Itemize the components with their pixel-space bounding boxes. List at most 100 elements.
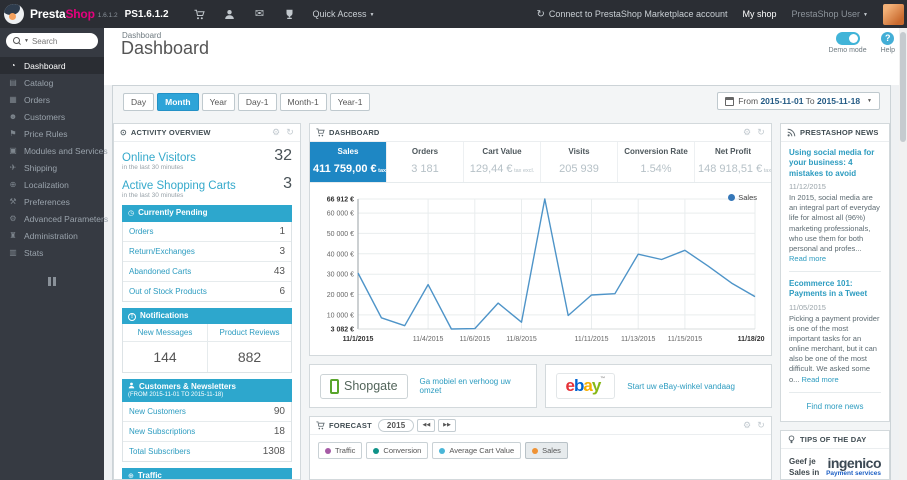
svg-text:11/18/2015: 11/18/2015 [738, 336, 765, 343]
table-row[interactable]: Orders 1 [123, 222, 291, 241]
find-more-news-link[interactable]: Find more news [789, 400, 881, 415]
user-avatar[interactable] [883, 3, 904, 25]
quick-access-menu[interactable]: Quick Access ▼ [313, 9, 375, 19]
sidebar-item-customers[interactable]: ☻ Customers [0, 108, 104, 125]
sidebar-item-stats[interactable]: ▥ Stats [0, 244, 104, 261]
range-button-day-1[interactable]: Day-1 [237, 92, 277, 111]
table-row[interactable]: Return/Exchanges 3 [123, 240, 291, 261]
svg-text:50 000 €: 50 000 € [327, 231, 354, 238]
notification-column-label[interactable]: New Messages [123, 324, 207, 342]
table-row[interactable]: New Customers 90 [123, 402, 291, 421]
prestashop-logo[interactable] [4, 4, 24, 24]
user-menu[interactable]: PrestaShop User ▼ [792, 9, 869, 19]
kpi-label: Net Profit [715, 147, 751, 156]
kpi-value: 129,44 € tax excl. [469, 163, 535, 175]
range-button-month-1[interactable]: Month-1 [279, 92, 327, 111]
trophy-icon[interactable] [275, 0, 305, 28]
previous-year-button[interactable] [417, 419, 436, 432]
kpi-cart-value[interactable]: Cart Value 129,44 € tax excl. [463, 142, 540, 182]
svg-text:60 000 €: 60 000 € [327, 211, 354, 218]
ebay-logo[interactable]: ebay™ [555, 373, 616, 399]
demo-mode-toggle[interactable] [835, 32, 860, 45]
online-visitors-sub: in the last 30 minutes [122, 164, 184, 171]
forecast-legend-average-cart-value[interactable]: Average Cart Value [432, 442, 522, 459]
row-label[interactable]: New Customers [129, 407, 186, 416]
help-icon[interactable]: ? [881, 32, 895, 45]
sidebar-item-dashboard[interactable]: ◔ Dashboard [0, 57, 104, 74]
row-label[interactable]: Return/Exchanges [129, 247, 195, 256]
sidebar-search: ▼ [6, 33, 98, 49]
table-row[interactable]: Out of Stock Products 6 [123, 280, 291, 301]
table-row[interactable]: Abandoned Carts 43 [123, 260, 291, 281]
scrollbar-thumb[interactable] [900, 32, 906, 142]
collapse-menu-icon[interactable] [47, 277, 57, 286]
row-label[interactable]: Total Subscribers [129, 447, 190, 456]
sales-chart: 66 912 € 60 000 € 50 000 € 40 000 € 30 000 €… [310, 183, 773, 355]
read-more-link[interactable]: Read more [802, 375, 839, 384]
news-item-title[interactable]: Ecommerce 101: Payments in a Tweet [789, 279, 881, 300]
row-label[interactable]: Abandoned Carts [129, 267, 191, 276]
refresh-icon[interactable]: ↻ [757, 420, 765, 431]
shopgate-link[interactable]: Ga mobiel en verhoog uw omzet [420, 377, 526, 395]
cart-icon[interactable] [185, 0, 215, 28]
person-icon [128, 382, 135, 389]
dashboard-panel-title: DASHBOARD [329, 128, 380, 137]
search-input[interactable] [31, 36, 91, 46]
kpi-visits[interactable]: Visits 205 939 [540, 142, 617, 182]
range-button-year[interactable]: Year [201, 92, 235, 111]
forecast-legend-traffic[interactable]: Traffic [318, 442, 363, 459]
read-more-link[interactable]: Read more [789, 254, 826, 263]
kpi-net-profit[interactable]: Net Profit 148 918,51 € tax excl. [694, 142, 771, 182]
my-shop-link[interactable]: My shop [742, 9, 776, 19]
next-year-button[interactable] [438, 419, 456, 432]
sidebar-item-orders[interactable]: ▦ Orders [0, 91, 104, 108]
sidebar-item-catalog[interactable]: ▤ Catalog [0, 74, 104, 91]
sidebar-item-administration[interactable]: ♜ Administration [0, 227, 104, 244]
gear-icon[interactable]: ⚙ [743, 127, 751, 138]
customers-newsletters-header: Customers & Newsletters (FROM 2015-11-01… [122, 378, 292, 403]
sidebar-item-shipping[interactable]: ✈ Shipping [0, 159, 104, 176]
employee-icon[interactable] [215, 0, 245, 28]
kpi-conversion-rate[interactable]: Conversion Rate 1.54% [617, 142, 694, 182]
scrollbar[interactable] [899, 28, 907, 480]
kpi-sales[interactable]: Sales 411 759,00 € tax excl. [310, 142, 386, 182]
notification-column-label[interactable]: Product Reviews [207, 323, 291, 342]
sidebar-item-modules-and-services[interactable]: ▣ Modules and Services [0, 142, 107, 159]
shopgate-logo[interactable]: Shopgate [320, 373, 408, 399]
chart-legend[interactable]: Sales [728, 193, 757, 202]
row-label[interactable]: New Subscriptions [129, 427, 195, 436]
marketplace-connect-link[interactable]: ↻ Connect to PrestaShop Marketplace accou… [536, 9, 727, 20]
demo-mode-label: Demo mode [828, 47, 867, 54]
forecast-legend-conversion[interactable]: Conversion [366, 442, 429, 459]
row-label[interactable]: Orders [129, 227, 153, 236]
table-row[interactable]: New Subscriptions 18 [123, 421, 291, 441]
gear-icon[interactable]: ⚙ [743, 420, 751, 431]
table-row[interactable]: Total Subscribers 1308 [123, 441, 291, 461]
kpi-orders[interactable]: Orders 3 181 [386, 142, 463, 182]
refresh-icon[interactable]: ↻ [757, 127, 765, 138]
active-carts-link[interactable]: Active Shopping Carts [122, 180, 236, 192]
sidebar-item-price-rules[interactable]: ⚑ Price Rules [0, 125, 104, 142]
bell-icon [128, 312, 136, 321]
gear-icon[interactable]: ⚙ [272, 127, 280, 138]
messages-icon[interactable]: ✉ [245, 0, 275, 28]
range-button-month[interactable]: Month [157, 92, 199, 111]
search-icon [13, 37, 21, 45]
refresh-icon[interactable]: ↻ [286, 127, 294, 138]
ebay-link[interactable]: Start uw eBay-winkel vandaag [627, 382, 735, 391]
legend-dot-icon [439, 447, 446, 454]
row-label[interactable]: Out of Stock Products [129, 287, 207, 296]
range-button-year-1[interactable]: Year-1 [329, 92, 371, 111]
sidebar-item-preferences[interactable]: ⚒ Preferences [0, 193, 104, 210]
forecast-legend-sales[interactable]: Sales [525, 442, 568, 459]
search-scope-caret-icon[interactable]: ▼ [24, 38, 29, 44]
range-button-day[interactable]: Day [123, 92, 155, 111]
forecast-year[interactable]: 2015 [377, 419, 415, 432]
sidebar-item-advanced-parameters[interactable]: ⚙ Advanced Parameters [0, 210, 108, 227]
sidebar-item-label: Localization [24, 179, 69, 190]
dashboard-wrapper: Day Month Year Day-1 Month-1 Year-1 From 2015… [112, 85, 891, 480]
date-range-picker[interactable]: From 2015-11-01 To 2015-11-18 ▼ [717, 92, 880, 110]
sidebar-item-localization[interactable]: ⊕ Localization [0, 176, 104, 193]
news-item-title[interactable]: Using social media for your business: 4 … [789, 148, 881, 179]
online-visitors-link[interactable]: Online Visitors [122, 152, 196, 164]
